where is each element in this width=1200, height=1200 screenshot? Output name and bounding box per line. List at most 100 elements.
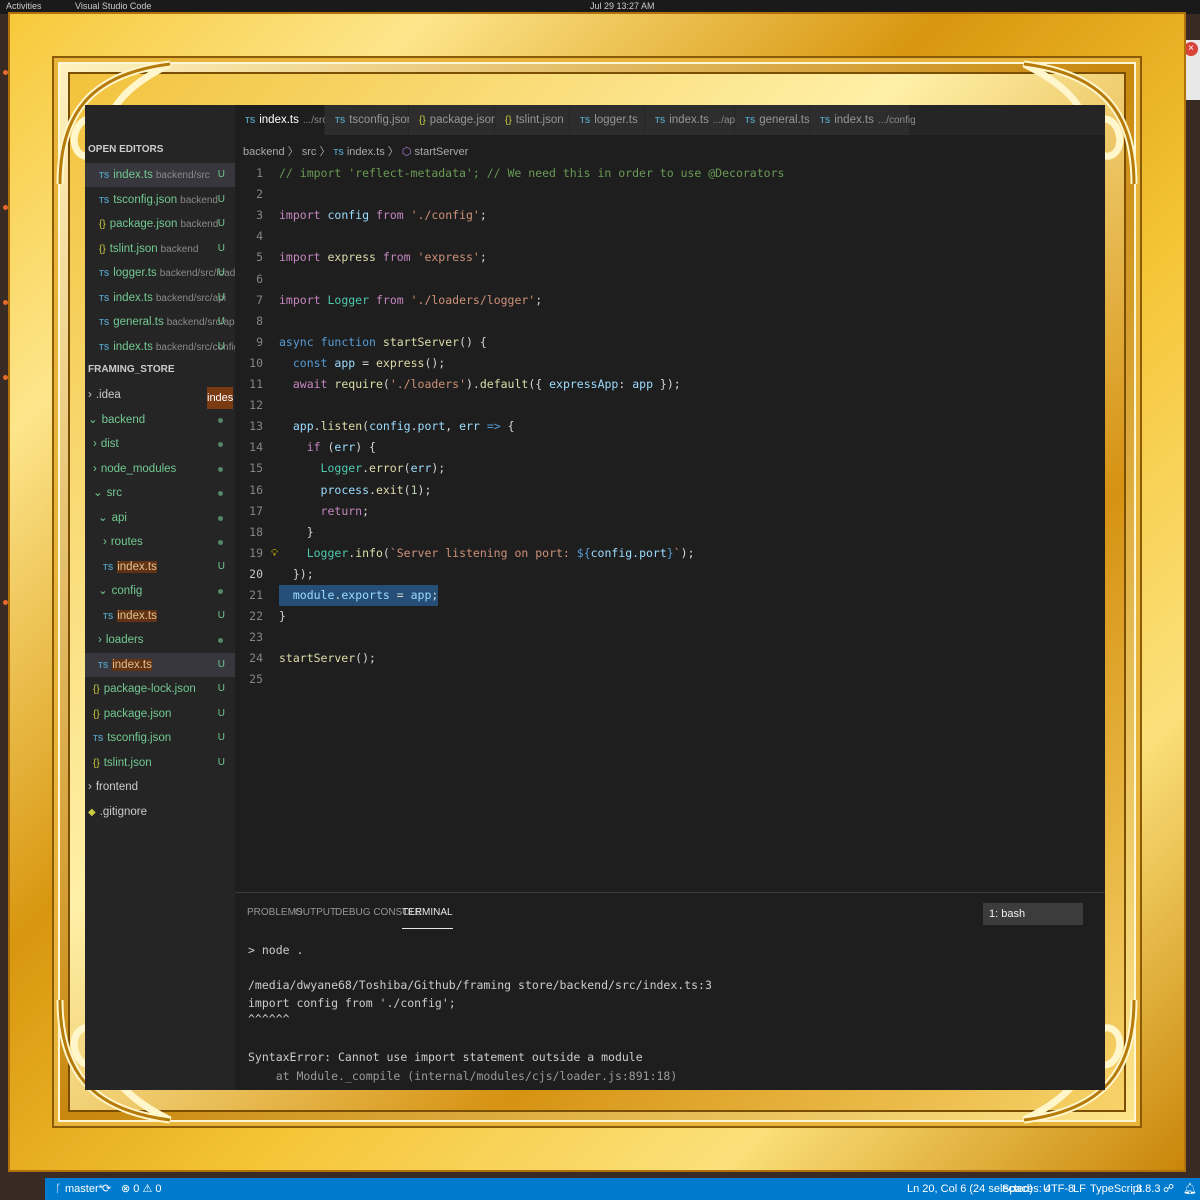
tree-folder[interactable]: ⌄ config [85,579,235,603]
editor-tab[interactable]: TS tsconfig.json [325,105,413,135]
close-icon[interactable]: × [1184,42,1198,56]
tree-file[interactable]: {} package.json U [85,702,235,726]
open-editor-item[interactable]: {} package.json backend U [85,212,235,236]
line-number: 24 [249,651,263,666]
editor-tab[interactable]: {} package.json [409,105,497,135]
terminal-line: /media/dwyane68/Toshiba/Github/framing s… [248,978,712,992]
open-editor-item[interactable]: {} tslint.json backend U [85,237,235,261]
line-ending[interactable]: LF [1073,1178,1086,1200]
code-editor[interactable]: 1 // import 'reflect-metadata'; // We nee… [235,163,1105,693]
open-editor-item[interactable]: TSgeneral.tsbackend/src/api/...U [85,310,235,334]
editor-tab[interactable]: {} tslint.json [495,105,570,135]
code-line[interactable]: 16 process.exit(1); [235,480,1105,501]
tree-file[interactable]: TS index.ts U [85,555,235,579]
tree-folder[interactable]: ⌄ api [85,506,235,530]
code-line[interactable]: 12 [235,395,1105,416]
tree-item-label: index.ts [117,609,157,622]
open-editor-item[interactable]: TS index.ts backend/src/api U [85,286,235,310]
line-number: 4 [256,229,263,244]
tree-file[interactable]: {} package-lock.json U [85,677,235,701]
tree-file[interactable]: ◆ .gitignore [85,800,235,824]
code-line[interactable]: 23 [235,627,1105,648]
code-line[interactable]: 4 [235,226,1105,247]
code-line[interactable]: 5 import express from 'express'; [235,247,1105,268]
code-line[interactable]: 21 module.exports = app; [235,585,1105,606]
code-line[interactable]: 8 [235,311,1105,332]
open-editor-item[interactable]: TS index.ts backend/src/config U [85,335,235,359]
open-editor-name: index.ts [113,169,153,181]
tree-folder[interactable]: › loaders [85,628,235,652]
modified-dot-icon [218,417,223,423]
json-file-icon: {} [419,115,426,126]
language-mode[interactable]: TypeScript [1090,1178,1142,1200]
tree-folder[interactable]: › dist [85,432,235,456]
code-line[interactable]: 6 [235,269,1105,290]
breadcrumb-folder[interactable]: src [302,146,317,158]
terminal-shell-select[interactable]: 1: bash [983,903,1083,925]
code-line[interactable]: 20 }); [235,564,1105,585]
editor-tab[interactable]: TS general.ts [735,105,810,135]
tree-item-label: loaders [105,634,144,646]
tab-terminal[interactable]: TERMINAL [402,907,453,929]
tree-folder[interactable]: ⌄ src [85,481,235,505]
code-line[interactable]: 7 import Logger from './loaders/logger'; [235,290,1105,311]
breadcrumb-folder[interactable]: backend [243,146,285,158]
open-editor-name: package.json [109,218,178,230]
tree-folder[interactable]: › frontend [85,775,235,799]
breadcrumb-file[interactable]: index.ts [347,146,385,158]
encoding[interactable]: UTF-8 [1043,1178,1074,1200]
code-line[interactable]: 13 app.listen(config.port, err => { [235,416,1105,437]
modified-dot-icon [218,589,223,594]
notifications-icon[interactable]: 🔔︎ [1183,1178,1197,1200]
code-line[interactable]: 10 const app = express(); [235,353,1105,374]
git-branch[interactable]: master* [65,1178,103,1200]
typescript-file-icon: TS [99,269,110,278]
tree-folder[interactable]: › routes [85,530,235,554]
code-line[interactable]: 18 } [235,522,1105,543]
code-line[interactable]: 17 return; [235,501,1105,522]
open-editor-item[interactable]: TS index.ts backend/src U [85,163,235,187]
editor-tab[interactable]: TS index.ts .../config [810,105,916,135]
editor-tab[interactable]: TS index.ts .../api [645,105,737,135]
activities-label[interactable]: Activities [6,1,42,11]
code-line[interactable]: 11 await require('./loaders').default({ … [235,374,1105,395]
explorer-sidebar: OPEN EDITORS TS index.ts backend/src U TS tsc… [85,105,235,1090]
code-line[interactable]: 15 Logger.error(err); [235,458,1105,479]
typescript-version[interactable]: 3.8.3 [1136,1178,1160,1200]
tree-item-label: tslint.json [103,756,152,769]
lightbulb-icon[interactable]: 💡︎ [271,543,278,564]
code-line[interactable]: 2 [235,184,1105,205]
editor-tab[interactable]: TSindex.ts.../srcX [235,105,343,135]
clock-label[interactable]: Jul 29 13:27 AM [590,1,655,11]
tree-file[interactable]: TS index.ts U [85,652,235,677]
open-editor-item[interactable]: TSlogger.tsbackend/src/loadersU [85,261,235,285]
code-line[interactable]: 14 if (err) { [235,437,1105,458]
line-number: 1 [256,166,263,180]
code-line[interactable]: 22} [235,606,1105,627]
tab-output[interactable]: OUTPUT [295,907,336,929]
problems-count[interactable]: ⊗ 0 ⚠ 0 [121,1178,161,1200]
project-header[interactable]: FRAMING_STORE [85,359,235,381]
code-line[interactable]: 19 Logger.info(`Server listening on port… [235,543,1105,564]
tree-folder[interactable]: › node_modules [85,457,235,481]
code-line[interactable]: 25 [235,669,1105,690]
terminal-line: SyntaxError: Cannot use import statement… [248,1050,643,1064]
app-name-label: Visual Studio Code [75,1,152,11]
chevron-down-icon: ⌄ [88,413,98,426]
code-line[interactable]: 3 import config from './config'; [235,205,1105,226]
code-text: // import 'reflect-metadata'; // We need… [279,166,785,180]
tree-folder[interactable]: ⌄ backend [85,408,235,432]
code-line[interactable]: 1 // import 'reflect-metadata'; // We nee… [235,163,1105,184]
breadcrumb-symbol[interactable]: startServer [415,146,469,158]
open-editor-item[interactable]: TS tsconfig.json backend U [85,188,235,212]
feedback-icon[interactable]: ☍ [1163,1178,1174,1200]
branch-icon: ᚴ [55,1183,62,1195]
tree-file[interactable]: {} tslint.json U [85,751,235,775]
code-line[interactable]: 24 startServer(); [235,648,1105,669]
editor-tab[interactable]: TS logger.ts [570,105,645,135]
tree-file[interactable]: TS index.ts U [85,604,235,628]
tree-file[interactable]: TS tsconfig.json U [85,726,235,750]
code-line[interactable]: 9 async function startServer() { [235,332,1105,353]
sync-icon[interactable]: ⟳ [102,1178,111,1200]
open-editors-header[interactable]: OPEN EDITORS [85,139,235,161]
